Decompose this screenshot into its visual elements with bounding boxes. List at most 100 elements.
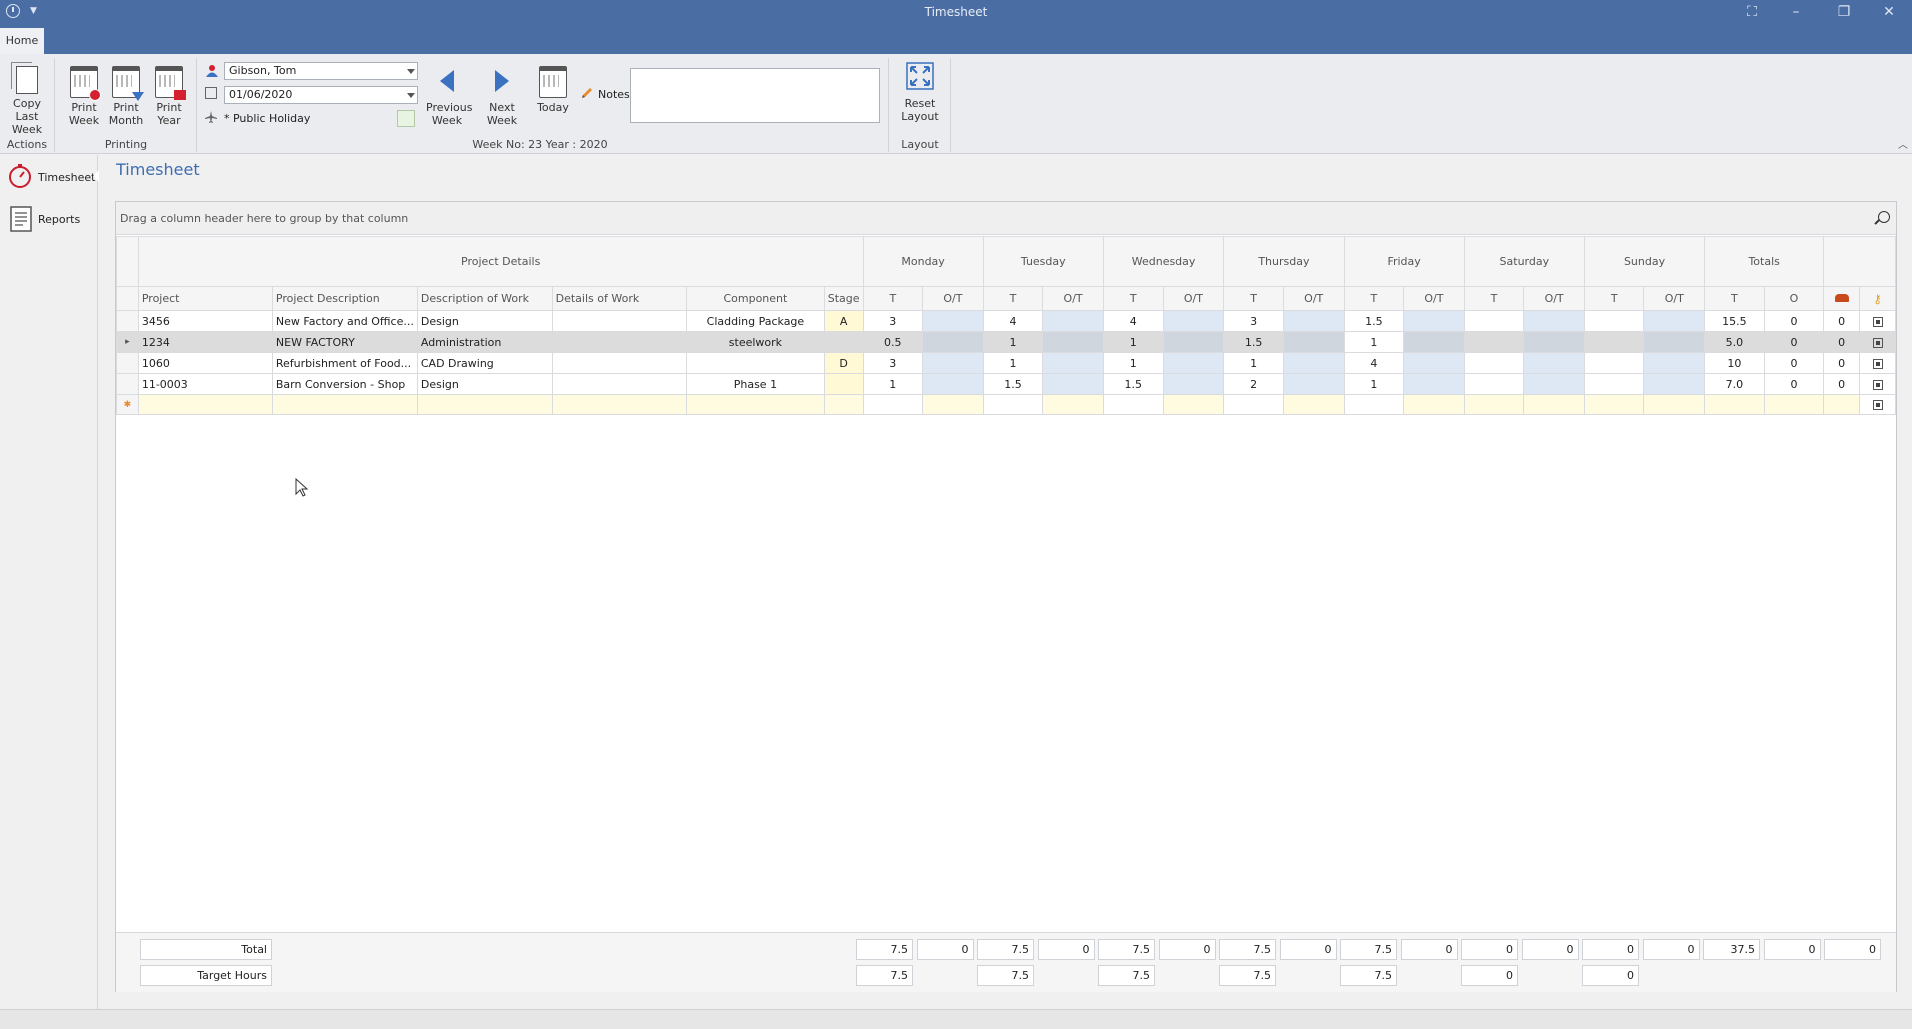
cell-tue-t[interactable]: 1 — [982, 331, 1044, 353]
band-tuesday[interactable]: Tuesday — [982, 236, 1104, 287]
cell-mon-ot[interactable] — [922, 310, 984, 332]
cell-fri-ot[interactable] — [1403, 310, 1465, 332]
col-wed-ot[interactable]: O/T — [1162, 286, 1225, 311]
employee-select[interactable]: Gibson, Tom — [224, 62, 418, 80]
cell-wed-t[interactable]: 1 — [1102, 331, 1164, 353]
row-menu-icon[interactable] — [1872, 379, 1883, 390]
collapse-ribbon-icon[interactable]: ︿ — [1898, 136, 1908, 151]
cell-details-of-work[interactable] — [551, 331, 688, 353]
nav-item-timesheet[interactable]: Timesheet — [0, 157, 99, 195]
cell-stage[interactable] — [823, 331, 864, 353]
cell-component[interactable]: steelwork — [686, 331, 825, 353]
cell-sun-t[interactable] — [1583, 331, 1645, 353]
date-picker[interactable]: 01/06/2020 — [224, 86, 418, 104]
row-menu-icon[interactable] — [1872, 358, 1883, 369]
cell-project[interactable]: 1234 — [137, 331, 273, 353]
new-row-indicator[interactable]: ✱ — [116, 394, 139, 415]
col-sun-ot[interactable]: O/T — [1643, 286, 1706, 311]
cell-thu-t[interactable]: 1 — [1223, 352, 1284, 374]
band-friday[interactable]: Friday — [1343, 236, 1465, 287]
chevron-down-icon[interactable] — [407, 93, 415, 98]
cell-wed-ot[interactable] — [1162, 331, 1225, 353]
print-week-button[interactable]: Print Week — [64, 62, 104, 127]
new-cell[interactable] — [1102, 394, 1164, 415]
col-component[interactable]: Component — [686, 286, 825, 311]
group-by-panel[interactable]: Drag a column header here to group by th… — [116, 202, 1896, 235]
new-cell[interactable] — [922, 394, 984, 415]
band-wednesday[interactable]: Wednesday — [1102, 236, 1225, 287]
restore-button[interactable]: ❐ — [1824, 2, 1864, 22]
col-tue-ot[interactable]: O/T — [1042, 286, 1104, 311]
cell-tue-ot[interactable] — [1042, 331, 1104, 353]
cell-stage[interactable]: A — [823, 310, 864, 332]
cell-sun-ot[interactable] — [1643, 373, 1706, 395]
cell-component[interactable] — [686, 352, 825, 374]
new-cell[interactable] — [862, 394, 924, 415]
cell-fri-ot[interactable] — [1403, 352, 1465, 374]
cell-wed-t[interactable]: 1 — [1102, 352, 1164, 374]
cell-thu-ot[interactable] — [1282, 352, 1345, 374]
row-menu-icon[interactable] — [1872, 337, 1883, 348]
new-cell[interactable] — [271, 394, 418, 415]
cell-details-of-work[interactable] — [551, 373, 688, 395]
cell-thu-ot[interactable] — [1282, 310, 1345, 332]
col-thu-t[interactable]: T — [1223, 286, 1284, 311]
next-week-button[interactable]: Next Week — [474, 62, 530, 127]
reset-layout-button[interactable]: Reset Layout — [896, 62, 944, 123]
close-button[interactable]: ✕ — [1869, 2, 1909, 22]
cell-car[interactable]: 0 — [1823, 310, 1861, 332]
col-stage[interactable]: Stage — [823, 286, 864, 311]
new-cell[interactable] — [1643, 394, 1706, 415]
cell-mon-t[interactable]: 3 — [862, 352, 924, 374]
cell-action[interactable] — [1859, 310, 1896, 332]
chevron-down-icon[interactable] — [407, 69, 415, 74]
cell-tue-t[interactable]: 4 — [982, 310, 1044, 332]
new-cell[interactable] — [1223, 394, 1284, 415]
new-cell[interactable] — [137, 394, 273, 415]
cell-thu-t[interactable]: 1.5 — [1223, 331, 1284, 353]
cell-tue-ot[interactable] — [1042, 352, 1104, 374]
table-row[interactable]: 3456 New Factory and Office... Design Cl… — [116, 310, 1896, 332]
new-cell[interactable] — [982, 394, 1044, 415]
cell-tue-ot[interactable] — [1042, 373, 1104, 395]
col-total-t[interactable]: T — [1704, 286, 1765, 311]
nav-item-reports[interactable]: Reports — [0, 199, 98, 237]
col-key-header[interactable]: ⚷ — [1859, 286, 1896, 311]
new-cell[interactable] — [686, 394, 825, 415]
cell-tue-t[interactable]: 1.5 — [982, 373, 1044, 395]
col-mon-ot[interactable]: O/T — [922, 286, 984, 311]
col-wed-t[interactable]: T — [1102, 286, 1164, 311]
cell-component[interactable]: Phase 1 — [686, 373, 825, 395]
row-indicator[interactable]: ▸ — [116, 331, 139, 353]
cell-mon-ot[interactable] — [922, 373, 984, 395]
col-project-description[interactable]: Project Description — [271, 286, 418, 311]
cell-component[interactable]: Cladding Package — [686, 310, 825, 332]
new-cell[interactable] — [1583, 394, 1645, 415]
tab-home[interactable]: Home — [0, 28, 44, 54]
table-row[interactable]: 1060 Refurbishment of Food... CAD Drawin… — [116, 352, 1896, 374]
table-row[interactable]: ▸ 1234 NEW FACTORY Administration steelw… — [116, 331, 1896, 353]
cell-fri-t[interactable]: 1 — [1343, 373, 1405, 395]
band-sunday[interactable]: Sunday — [1583, 236, 1706, 287]
cell-wed-ot[interactable] — [1162, 352, 1225, 374]
cell-description-of-work[interactable]: Administration — [416, 331, 553, 353]
row-indicator[interactable] — [116, 352, 139, 374]
cell-wed-t[interactable]: 1.5 — [1102, 373, 1164, 395]
cell-action[interactable] — [1859, 331, 1896, 353]
new-cell[interactable] — [1162, 394, 1225, 415]
row-indicator[interactable] — [116, 310, 139, 332]
cell-fri-ot[interactable] — [1403, 331, 1465, 353]
cell-project-description[interactable]: Refurbishment of Food... — [271, 352, 418, 374]
cell-wed-t[interactable]: 4 — [1102, 310, 1164, 332]
notes-textbox[interactable] — [630, 68, 880, 123]
new-item-row[interactable]: ✱ — [116, 394, 1896, 415]
cell-description-of-work[interactable]: Design — [416, 373, 553, 395]
cell-stage[interactable] — [823, 373, 864, 395]
cell-wed-ot[interactable] — [1162, 310, 1225, 332]
col-sun-t[interactable]: T — [1583, 286, 1645, 311]
cell-thu-t[interactable]: 2 — [1223, 373, 1284, 395]
band-project-details[interactable]: Project Details — [137, 236, 864, 287]
cell-mon-ot[interactable] — [922, 331, 984, 353]
cell-mon-ot[interactable] — [922, 352, 984, 374]
cell-tue-t[interactable]: 1 — [982, 352, 1044, 374]
